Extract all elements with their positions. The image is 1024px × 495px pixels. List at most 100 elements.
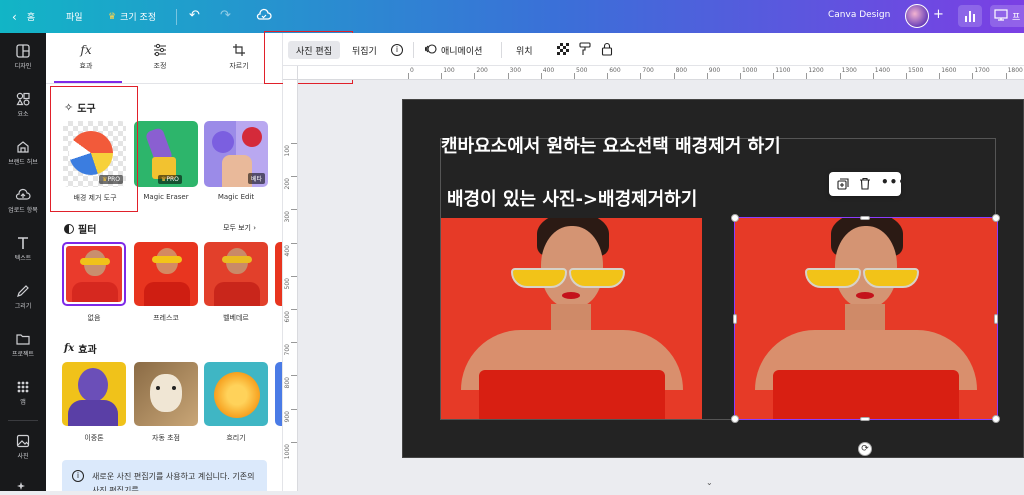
photo-selected[interactable]: [734, 217, 998, 420]
flip-label: 뒤집기: [352, 46, 377, 57]
canvas-heading-1[interactable]: 캔바요소에서 원하는 요소선택 배경제거 하기: [441, 132, 781, 158]
transparency-icon[interactable]: [557, 43, 569, 55]
flip-button[interactable]: 뒤집기: [352, 41, 377, 59]
insights-icon[interactable]: [958, 5, 982, 27]
draw-icon: [17, 285, 29, 297]
effect-autofocus[interactable]: [134, 362, 198, 426]
sunglasses: [805, 268, 861, 288]
filter-thumb: [66, 246, 122, 302]
undo-icon[interactable]: ↶: [189, 8, 200, 23]
rail-item-design[interactable]: 디자인: [0, 44, 46, 70]
magic-eraser-card[interactable]: ♛PRO: [134, 121, 198, 187]
template-icon: [16, 44, 30, 58]
magic-edit-card[interactable]: 베타: [204, 121, 268, 187]
edit-photo-button[interactable]: 사진 편집: [288, 41, 340, 59]
ruler-tick-label: 500: [284, 277, 291, 290]
ruler-tick: [806, 73, 808, 79]
cloud-sync-icon[interactable]: [256, 8, 272, 25]
resize-handle-sw[interactable]: [731, 415, 739, 423]
context-toolbar: 사진 편집 뒤집기 i 애니메이션 위치: [283, 33, 1024, 66]
ruler-tick-label: 400: [542, 67, 555, 74]
rail-item-text[interactable]: 텍스트: [0, 236, 46, 262]
more-options-icon[interactable]: •••: [881, 175, 907, 189]
rail-item-projects[interactable]: 프로젝트: [0, 332, 46, 358]
present-button[interactable]: 프: [990, 5, 1024, 27]
resize-handle-se[interactable]: [992, 415, 1000, 423]
rail-item-more[interactable]: [0, 480, 46, 495]
ruler-tick-label: 800: [284, 377, 291, 389]
effect-label: 이중톤: [84, 434, 104, 442]
rail-item-brand[interactable]: 브랜드 허브: [0, 140, 46, 166]
ruler-tick: [839, 73, 841, 79]
element-quick-toolbar: •••: [829, 172, 906, 196]
effect-duotone[interactable]: [62, 362, 126, 426]
effect-partial[interactable]: [275, 362, 282, 426]
see-all-link[interactable]: 모두 보기 ›: [223, 223, 256, 233]
lips: [856, 292, 874, 299]
photo-original[interactable]: [441, 218, 702, 419]
resize-handle-w[interactable]: [733, 314, 737, 324]
rail-label: 디자인: [14, 63, 32, 70]
scroll-down-icon[interactable]: ⌄: [706, 478, 713, 487]
resize-handle-n[interactable]: [860, 216, 870, 220]
effects-heading: fx 효과: [64, 341, 97, 356]
filter-fresco[interactable]: [134, 242, 198, 306]
ruler-tick-label: 100: [443, 67, 455, 74]
resize-handle-ne[interactable]: [992, 214, 1000, 222]
sunglasses: [511, 268, 567, 288]
position-button[interactable]: 위치: [516, 41, 533, 59]
sunglasses: [569, 268, 625, 288]
resize-button[interactable]: ♛ 크기 조정: [108, 10, 156, 24]
rail-label: 프로젝트: [11, 351, 35, 358]
add-collaborator-icon[interactable]: +: [933, 7, 944, 22]
home-label: 홈: [26, 13, 36, 23]
trash-icon[interactable]: [859, 177, 871, 193]
lock-icon[interactable]: [601, 42, 613, 59]
avatar[interactable]: [905, 4, 929, 28]
rail-item-elements[interactable]: 요소: [0, 92, 46, 118]
rotate-handle[interactable]: ⟳: [858, 442, 872, 456]
ruler-tick-label: 400: [284, 244, 291, 257]
redo-icon[interactable]: ↷: [220, 8, 231, 23]
rail-label: 앱: [20, 399, 26, 406]
effect-thumb: [78, 368, 108, 402]
filter-icon: [64, 223, 74, 234]
design-title[interactable]: Canva Design: [828, 10, 890, 20]
tabs-divider: [46, 83, 282, 84]
effect-thumb: [214, 372, 260, 418]
filter-none[interactable]: [62, 242, 126, 306]
more-icon: [17, 482, 25, 490]
paint-roller-icon[interactable]: [579, 42, 591, 59]
ruler-tick-label: 1700: [974, 67, 990, 74]
info-icon[interactable]: i: [391, 41, 403, 59]
animate-button[interactable]: 애니메이션: [424, 41, 482, 59]
rail-item-draw[interactable]: 그리기: [0, 284, 46, 310]
resize-handle-e[interactable]: [994, 314, 998, 324]
duplicate-icon[interactable]: [837, 178, 849, 193]
effect-blur[interactable]: [204, 362, 268, 426]
info-box: i 새로운 사진 편집기를 사용하고 계십니다. 기존의 사진 편집기를: [62, 460, 267, 491]
divider: [176, 9, 177, 25]
filter-belvedere[interactable]: [204, 242, 268, 306]
filter-partial[interactable]: [275, 242, 282, 306]
ruler-tick-label: 1300: [841, 67, 857, 74]
tab-adjust[interactable]: 조정: [124, 33, 196, 83]
present-icon: [994, 8, 1008, 24]
home-button[interactable]: ‹ 홈: [12, 10, 36, 24]
ruler-tick: [291, 375, 297, 377]
file-menu[interactable]: 파일: [66, 10, 83, 23]
ruler-tick-label: 600: [284, 311, 291, 323]
resize-handle-s[interactable]: [860, 417, 870, 421]
toolbar-divider: [501, 42, 502, 58]
design-canvas[interactable]: 캔바요소에서 원하는 요소선택 배경제거 하기 배경이 있는 사진->배경제거하…: [402, 99, 1024, 458]
rail-divider: [8, 420, 38, 421]
tab-effects[interactable]: fx 효과: [50, 33, 122, 83]
rail-item-uploads[interactable]: 업로드 항목: [0, 188, 46, 214]
flower-image: [212, 131, 234, 153]
text-icon: [18, 237, 28, 249]
rail-item-apps[interactable]: 앱: [0, 380, 46, 406]
effect-thumb: [150, 374, 182, 412]
canvas-heading-2[interactable]: 배경이 있는 사진->배경제거하기: [447, 185, 697, 211]
rail-item-photos[interactable]: 사진: [0, 434, 46, 460]
resize-handle-nw[interactable]: [731, 214, 739, 222]
